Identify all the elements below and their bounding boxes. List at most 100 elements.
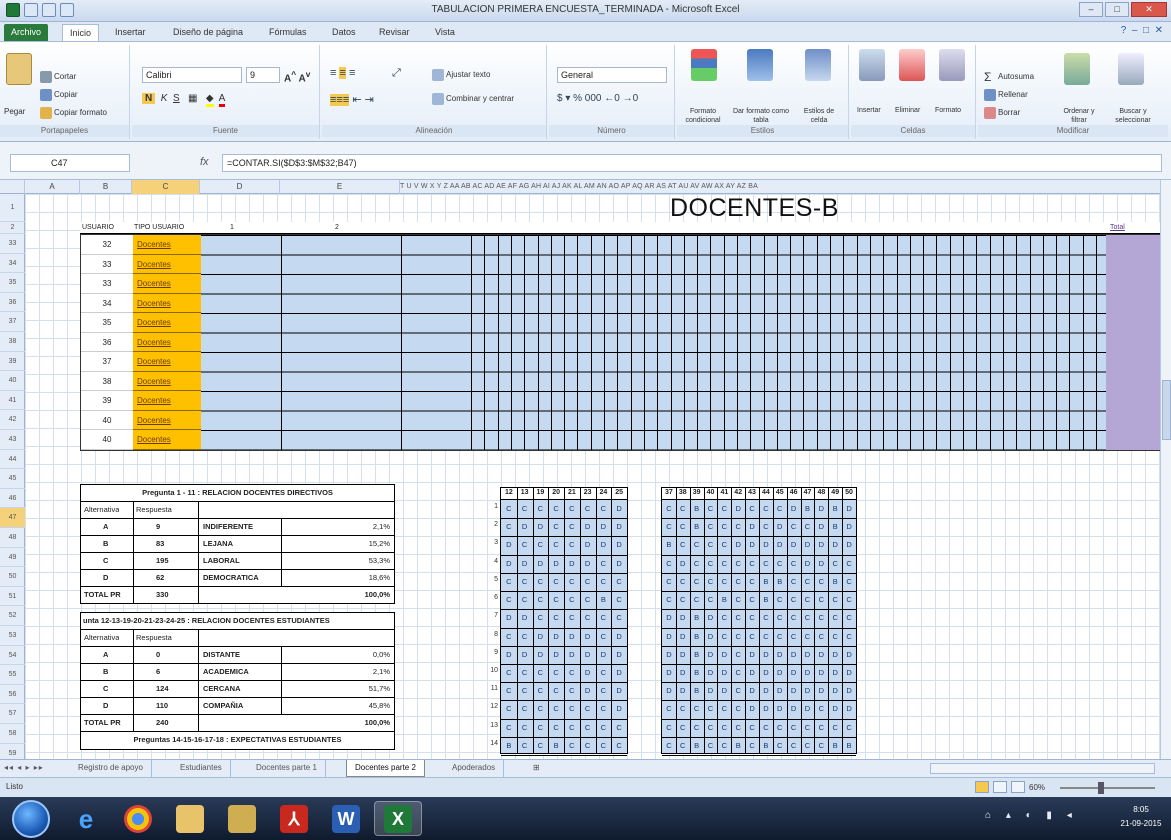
bold-button[interactable]: N xyxy=(142,93,156,104)
user-type-cell[interactable]: Docentes xyxy=(133,391,201,411)
format-painter-button[interactable]: Copiar formato xyxy=(40,107,107,119)
conditional-format-icon[interactable] xyxy=(691,49,717,81)
autosum-button[interactable]: Σ Autosuma xyxy=(984,71,1034,83)
grid_right-cell[interactable]: C xyxy=(745,628,759,646)
row-header[interactable]: 53 xyxy=(0,626,25,646)
row-header[interactable]: 45 xyxy=(0,469,25,489)
grid_right-cell[interactable]: D xyxy=(828,646,842,664)
grid_right-cell[interactable]: D xyxy=(676,664,690,682)
select-all-corner[interactable] xyxy=(0,180,25,194)
grid_left-cell[interactable]: D xyxy=(580,518,596,536)
grid_right-cell[interactable]: C xyxy=(801,737,815,755)
row-header[interactable]: 41 xyxy=(0,391,25,411)
grid_left-cell[interactable]: C xyxy=(517,719,533,737)
row-header[interactable]: 51 xyxy=(0,587,25,607)
grid_left-cell[interactable]: C xyxy=(564,591,580,609)
grid_right-cell[interactable]: D xyxy=(717,646,731,664)
grid_right-cell[interactable]: C xyxy=(704,536,718,554)
grid_left-cell[interactable]: D xyxy=(501,646,517,664)
grid_right-cell[interactable]: D xyxy=(814,646,828,664)
grid_right-cell[interactable]: C xyxy=(704,700,718,718)
grid_right-cell[interactable]: C xyxy=(828,719,842,737)
grid_left-cell[interactable]: C xyxy=(564,700,580,718)
row-header[interactable]: 43 xyxy=(0,430,25,450)
table2-cell-desc[interactable]: COMPAÑIA xyxy=(203,698,243,714)
table1-cell-alt[interactable]: A xyxy=(103,519,108,535)
grid_left-cell[interactable]: D xyxy=(611,536,627,554)
row-header[interactable]: 58 xyxy=(0,724,25,744)
user-type-cell[interactable]: Docentes xyxy=(133,371,201,391)
cut-button[interactable]: Cortar xyxy=(40,71,76,83)
table1-cell-pct[interactable]: 15,2% xyxy=(369,536,390,552)
table2-cell-pct[interactable]: 0,0% xyxy=(373,647,390,663)
grid_left-cell[interactable]: D xyxy=(564,646,580,664)
grid_right-cell[interactable]: C xyxy=(814,591,828,609)
grid_right-cell[interactable]: B xyxy=(731,737,745,755)
grid_left-cell[interactable]: D xyxy=(580,646,596,664)
grid_right-cell[interactable]: D xyxy=(814,536,828,554)
grid_left-cell[interactable]: C xyxy=(517,664,533,682)
worksheet-grid[interactable]: DOCENTES-B USUARIO TIPO USUARIO 1 2 Tota… xyxy=(25,194,1160,759)
grid_right-cell[interactable]: B xyxy=(773,573,787,591)
grid_right-cell[interactable]: D xyxy=(717,664,731,682)
grid_right-cell[interactable]: C xyxy=(773,591,787,609)
taskbar-app[interactable] xyxy=(218,801,266,836)
answers-area[interactable] xyxy=(201,235,1106,450)
row-header[interactable]: 52 xyxy=(0,606,25,626)
orientation-icon[interactable]: ⤢ xyxy=(392,67,401,80)
column-header-b[interactable]: B xyxy=(80,180,132,194)
table2-cell-resp[interactable]: 110 xyxy=(156,698,168,714)
zoom-level[interactable]: 60% xyxy=(1029,783,1045,792)
grid_left-cell[interactable]: C xyxy=(611,719,627,737)
grid_left-cell[interactable]: C xyxy=(501,518,517,536)
grid_right-cell[interactable]: D xyxy=(731,500,745,518)
grid_right-cell[interactable]: C xyxy=(814,700,828,718)
grid_right-cell[interactable]: C xyxy=(662,518,676,536)
grid_right-cell[interactable]: C xyxy=(842,609,856,627)
table1-cell-desc[interactable]: INDIFERENTE xyxy=(203,519,253,535)
grid_right-cell[interactable]: C xyxy=(731,609,745,627)
grid_left-cell[interactable]: C xyxy=(501,664,517,682)
column-header-a[interactable]: A xyxy=(25,180,80,194)
grid_right-cell[interactable]: D xyxy=(731,536,745,554)
grid_left-cell[interactable]: B xyxy=(548,737,564,755)
grid_left-cell[interactable]: D xyxy=(596,518,612,536)
grid_right-cell[interactable]: D xyxy=(801,682,815,700)
grid_right-cell[interactable]: D xyxy=(787,500,801,518)
grid_left-cell[interactable]: C xyxy=(548,719,564,737)
insert-function-button[interactable]: fx xyxy=(200,156,209,168)
table2-cell-pct[interactable]: 51,7% xyxy=(369,681,390,697)
grid_right-cell[interactable]: C xyxy=(731,518,745,536)
grid_left-cell[interactable]: D xyxy=(517,518,533,536)
grid_right-cell[interactable]: D xyxy=(676,555,690,573)
table1-cell-alt[interactable]: B xyxy=(103,536,108,552)
grid_left-cell[interactable]: D xyxy=(517,555,533,573)
grid_right-cell[interactable]: C xyxy=(814,609,828,627)
table2-cell-desc[interactable]: ACADEMICA xyxy=(203,664,249,680)
grid_left-cell[interactable]: C xyxy=(533,500,549,518)
grid_right-cell[interactable]: D xyxy=(842,664,856,682)
grid_right-cell[interactable]: D xyxy=(704,664,718,682)
grid_left-cell[interactable]: C xyxy=(517,682,533,700)
grid_right-cell[interactable]: B xyxy=(690,628,704,646)
grid_left-cell[interactable]: C xyxy=(548,536,564,554)
row-header[interactable]: 49 xyxy=(0,548,25,568)
grid_right-cell[interactable]: D xyxy=(717,682,731,700)
grid_right-cell[interactable]: C xyxy=(662,700,676,718)
grid_right-cell[interactable]: D xyxy=(828,682,842,700)
horizontal-scrollbar[interactable] xyxy=(930,763,1155,774)
grid_left-cell[interactable]: C xyxy=(533,737,549,755)
user-type-cell[interactable]: Docentes xyxy=(133,254,201,274)
grid_right-cell[interactable]: C xyxy=(759,719,773,737)
grid_left-cell[interactable]: C xyxy=(501,591,517,609)
sheet-tab-docentes-2[interactable]: Docentes parte 2 xyxy=(346,760,425,777)
paste-icon[interactable] xyxy=(6,53,32,85)
grid_right-cell[interactable]: B xyxy=(690,609,704,627)
grid_right-cell[interactable]: C xyxy=(717,536,731,554)
grid_right-cell[interactable]: C xyxy=(690,555,704,573)
grid_right-cell[interactable]: C xyxy=(717,737,731,755)
table2-cell-resp[interactable]: 124 xyxy=(156,681,169,697)
cell-styles-icon[interactable] xyxy=(805,49,831,81)
grid_right-cell[interactable]: B xyxy=(759,591,773,609)
italic-button[interactable]: K xyxy=(161,93,168,104)
